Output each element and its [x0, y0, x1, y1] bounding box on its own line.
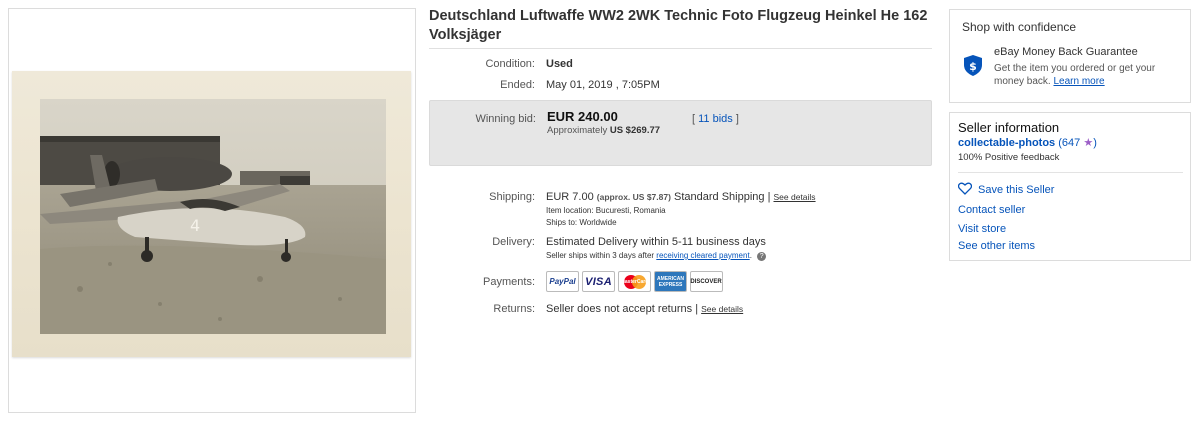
payment-methods: PayPal VISA MasterCard AMERICAN EXPRESS …	[546, 271, 723, 292]
item-photo[interactable]: 4	[12, 71, 411, 357]
mastercard-label: MasterCard	[620, 278, 649, 285]
returns-label: Returns:	[493, 303, 535, 315]
condition-label: Condition:	[485, 58, 535, 70]
returns-see-details-link[interactable]: See details	[701, 304, 743, 314]
aircraft-photo-image: 4	[40, 99, 386, 334]
shipping-label: Shipping:	[489, 191, 535, 203]
ended-value: May 01, 2019 , 7:05PM	[546, 79, 660, 91]
returns-text: Seller does not accept returns |	[546, 303, 699, 315]
seller-info-heading: Seller information	[958, 120, 1060, 135]
condition-value: Used	[546, 58, 573, 70]
feedback-score-text: (647	[1055, 137, 1084, 149]
winning-bid-price: EUR 240.00	[547, 109, 618, 124]
winning-bid-box: Winning bid: EUR 240.00 Approximately US…	[429, 100, 932, 166]
mastercard-logo-icon: MasterCard	[618, 271, 651, 292]
amex-logo-icon: AMERICAN EXPRESS	[654, 271, 687, 292]
contact-seller-link[interactable]: Contact seller	[958, 204, 1025, 216]
bids-bracket-close: ]	[732, 113, 739, 125]
guarantee-title: eBay Money Back Guarantee	[994, 46, 1138, 58]
help-icon[interactable]: ?	[757, 252, 767, 261]
delivery-sub-suffix: .	[749, 251, 752, 260]
paypal-logo-icon: PayPal	[546, 271, 579, 292]
shipping-see-details-link[interactable]: See details	[774, 192, 816, 202]
ships-to: Ships to: Worldwide	[546, 218, 617, 227]
shield-icon: $	[964, 55, 982, 76]
feedback-score-link[interactable]: (647 ★)	[1055, 137, 1097, 149]
delivery-sub-prefix: Seller ships within 3 days after	[546, 251, 655, 260]
approx-value: US $269.77	[609, 125, 661, 136]
seller-name-row: collectable-photos (647 ★)	[958, 136, 1097, 149]
winning-bid-label: Winning bid:	[475, 113, 536, 125]
learn-more-link[interactable]: Learn more	[1053, 76, 1104, 87]
shipping-price: EUR 7.00	[546, 191, 594, 203]
item-image-panel[interactable]: 4	[8, 8, 416, 413]
winning-bid-approx: Approximately US $269.77	[547, 125, 660, 136]
cleared-payment-link[interactable]: receiving cleared payment	[656, 251, 749, 260]
item-location: Item location: Bucuresti, Romania	[546, 206, 666, 215]
shipping-value: EUR 7.00 (approx. US $7.87) Standard Shi…	[546, 191, 816, 203]
seller-info-box: Seller information collectable-photos (6…	[949, 112, 1191, 261]
heart-icon[interactable]	[958, 182, 972, 195]
visit-store-link[interactable]: Visit store	[958, 223, 1006, 235]
shop-confidence-heading: Shop with confidence	[962, 20, 1077, 34]
aircraft-number-label: 4	[190, 216, 200, 235]
delivery-value: Estimated Delivery within 5-11 business …	[546, 236, 766, 248]
guarantee-text: Get the item you ordered or get your mon…	[994, 62, 1184, 88]
bid-history-link[interactable]: 11 bids	[698, 113, 733, 125]
shop-with-confidence-box: Shop with confidence $ eBay Money Back G…	[949, 9, 1191, 103]
save-seller-link[interactable]: Save this Seller	[978, 184, 1054, 196]
approx-prefix: Approximately	[547, 125, 608, 136]
shipping-method: Standard Shipping |	[674, 191, 771, 203]
star-icon: ★	[1083, 137, 1094, 149]
svg-text:$: $	[969, 60, 977, 73]
seller-divider	[958, 172, 1183, 173]
returns-value: Seller does not accept returns | See det…	[546, 303, 743, 315]
delivery-label: Delivery:	[492, 236, 535, 248]
bid-count: [ 11 bids ]	[692, 113, 739, 125]
title-divider	[429, 48, 932, 49]
delivery-sub: Seller ships within 3 days after receivi…	[546, 251, 767, 261]
see-other-items-link[interactable]: See other items	[958, 240, 1035, 252]
payments-label: Payments:	[483, 276, 535, 288]
feedback-score-close: )	[1093, 137, 1097, 149]
ended-label: Ended:	[500, 79, 535, 91]
listing-title: Deutschland Luftwaffe WW2 2WK Technic Fo…	[429, 8, 928, 43]
positive-feedback: 100% Positive feedback	[958, 152, 1060, 163]
discover-logo-icon: DISCOVER	[690, 271, 723, 292]
discover-label: DISCOVER	[690, 278, 722, 285]
seller-name-link[interactable]: collectable-photos	[958, 137, 1055, 149]
visa-logo-icon: VISA	[582, 271, 615, 292]
shipping-approx: (approx. US $7.87)	[596, 192, 671, 202]
